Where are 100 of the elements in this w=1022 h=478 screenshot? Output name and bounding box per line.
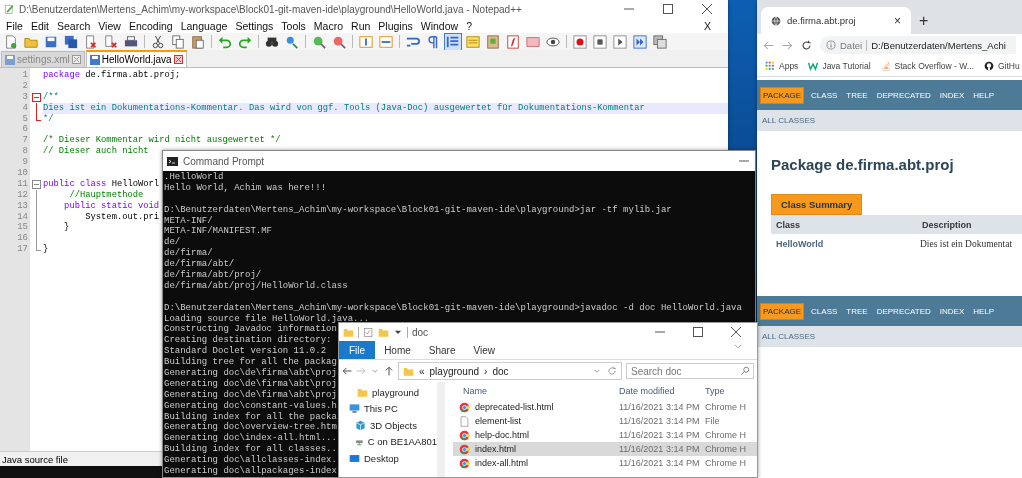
nav-link[interactable]: CLASS [809, 87, 840, 103]
nav-link[interactable]: HELP [971, 303, 997, 319]
close-icon[interactable] [173, 55, 183, 64]
menu-item[interactable]: Window [417, 19, 464, 32]
line-number: 4 [21, 102, 29, 114]
nav-link[interactable]: TREE [844, 87, 870, 103]
nav-link[interactable]: TREE [844, 303, 870, 319]
ribbon-tab[interactable]: Share [419, 341, 465, 359]
menu-item[interactable]: Run [348, 19, 376, 32]
file-icon [89, 54, 100, 65]
refresh-icon[interactable] [607, 366, 617, 376]
code-line: public class HelloWorl [43, 178, 160, 189]
menu-item[interactable]: Macro [310, 19, 349, 32]
record-icon[interactable] [571, 32, 589, 51]
bookmark-link[interactable]: Stack Overflow - W... [894, 61, 974, 71]
tab-close-button[interactable]: × [894, 13, 901, 28]
menu-item[interactable]: Language [177, 19, 233, 32]
class-name-link[interactable]: HelloWorld [776, 238, 824, 249]
all-classes-link[interactable]: ALL CLASSES [762, 116, 816, 125]
maximize-icon[interactable] [663, 4, 673, 14]
file-tab[interactable]: HelloWorld.java [85, 50, 187, 67]
menu-item[interactable]: Settings [232, 19, 279, 32]
column-header[interactable]: Type [705, 386, 749, 396]
console-line: Generating doc\constant-values.h [164, 400, 337, 411]
console-line: Standard Doclet version 11.0.2 [164, 346, 327, 357]
file-row[interactable]: index-all.html 11/16/2021 3:14 PM Chrome H [453, 456, 757, 470]
column-header[interactable]: Date modified [619, 386, 705, 396]
browser-tab[interactable]: de.firma.abt.proj × [761, 7, 911, 34]
console-line: Generating doc\de\firma\abt\proj [164, 389, 337, 400]
nav-link[interactable]: INDEX [937, 303, 967, 319]
column-header[interactable]: Name [453, 386, 619, 396]
nav-item[interactable]: This PC [364, 403, 398, 415]
checklist-icon [363, 326, 374, 338]
ribbon-tab[interactable]: Home [375, 341, 420, 359]
menu-item[interactable]: Tools [278, 19, 311, 32]
new-tab-button[interactable]: + [919, 7, 929, 34]
line-number: 5 [21, 113, 29, 125]
nav-item[interactable]: C on BE1AA801 [367, 436, 437, 448]
scrollbar-track[interactable] [437, 382, 445, 477]
console-line: META-INF/ [164, 215, 213, 226]
bookmark-link[interactable]: Java Tutorial [822, 61, 871, 71]
file-row[interactable]: index.html 11/16/2021 3:14 PM Chrome H [453, 442, 757, 456]
search-icon[interactable] [740, 366, 750, 376]
fold-minus-icon[interactable] [32, 179, 41, 189]
nav-link[interactable]: PACKAGE [760, 302, 805, 320]
line-number: 3 [21, 91, 29, 103]
info-icon[interactable] [826, 40, 836, 50]
menu-item[interactable]: Search [54, 19, 96, 32]
close-icon[interactable] [702, 4, 712, 14]
nav-item[interactable]: 3D Objects [370, 419, 417, 431]
ribbon-tab[interactable]: View [464, 341, 504, 359]
maximize-icon[interactable] [693, 327, 703, 337]
file-row[interactable]: element-list 11/16/2021 3:14 PM File [453, 414, 757, 428]
menu-item[interactable]: Encoding [125, 19, 178, 32]
file-row[interactable]: deprecated-list.html 11/16/2021 3:14 PM Chrome H [453, 400, 757, 414]
all-classes-link[interactable]: ALL CLASSES [762, 332, 816, 341]
search-field[interactable]: Search doc [626, 363, 754, 379]
menu-item[interactable]: View [95, 19, 126, 32]
nav-link[interactable]: CLASS [809, 303, 840, 319]
nav-link[interactable]: PACKAGE [760, 86, 805, 104]
menu-item[interactable]: ? [463, 19, 477, 32]
documents-x-icon[interactable] [102, 32, 120, 51]
file-name: deprecated-list.html [475, 402, 554, 412]
console-line: Generating doc\overview-tree.htm [164, 422, 337, 433]
menu-item[interactable]: Plugins [375, 19, 418, 32]
fold-minus-icon[interactable] [32, 92, 41, 102]
nav-link[interactable]: DEPRECATED [874, 303, 933, 319]
file-row[interactable]: help-doc.html 11/16/2021 3:14 PM Chrome H [453, 428, 757, 442]
date-modified: 11/16/2021 3:14 PM [619, 416, 701, 426]
back-arrow-icon [763, 39, 774, 51]
date-modified: 11/16/2021 3:14 PM [619, 430, 701, 440]
address-bar[interactable]: « playground › doc [398, 362, 622, 380]
console-line: D:\Benutzerdaten\Mertens_Achim\my-workspace\Block01-git-maven-ide\playground>javadoc -d doc HelloWorld.java [164, 302, 742, 313]
map-icon[interactable] [484, 32, 502, 51]
nav-item[interactable]: playground [372, 386, 419, 398]
nav-link[interactable]: INDEX [937, 87, 967, 103]
console-line: Building tree for all the packag [164, 357, 337, 368]
fast-forward-icon[interactable] [631, 32, 649, 51]
macro-save-icon[interactable] [651, 32, 669, 51]
function-list-icon[interactable] [504, 32, 522, 51]
copy-icon[interactable] [169, 32, 187, 51]
chrome-logo-icon [459, 457, 470, 469]
play-icon[interactable] [611, 32, 629, 51]
close-document-button[interactable]: X [704, 19, 725, 32]
stop-icon[interactable] [591, 32, 609, 51]
file-menu-button[interactable]: File [339, 341, 376, 359]
bookmark-link[interactable]: Apps [779, 61, 799, 71]
window-title: D:\Benutzerdaten\Mertens_Achim\my-workspace\Block01-git-maven-ide\playground\HelloWorld.java - Notepad++ [19, 3, 522, 15]
nav-link[interactable]: HELP [971, 87, 997, 103]
close-icon[interactable] [731, 327, 741, 337]
column-header: Description [921, 219, 973, 230]
menu-item[interactable]: Edit [27, 19, 54, 32]
menu-item[interactable]: File [3, 19, 28, 32]
apps-grid-icon [765, 61, 775, 71]
forward-arrow-icon [782, 39, 793, 51]
address-bar[interactable]: Datei D:/Benutzerdaten/Mertens_Achi [820, 36, 1016, 54]
nav-link[interactable]: DEPRECATED [874, 87, 933, 103]
chrome-logo-icon [459, 401, 470, 413]
bookmark-link[interactable]: GitHu [997, 61, 1020, 71]
nav-item[interactable]: Desktop [364, 452, 399, 464]
